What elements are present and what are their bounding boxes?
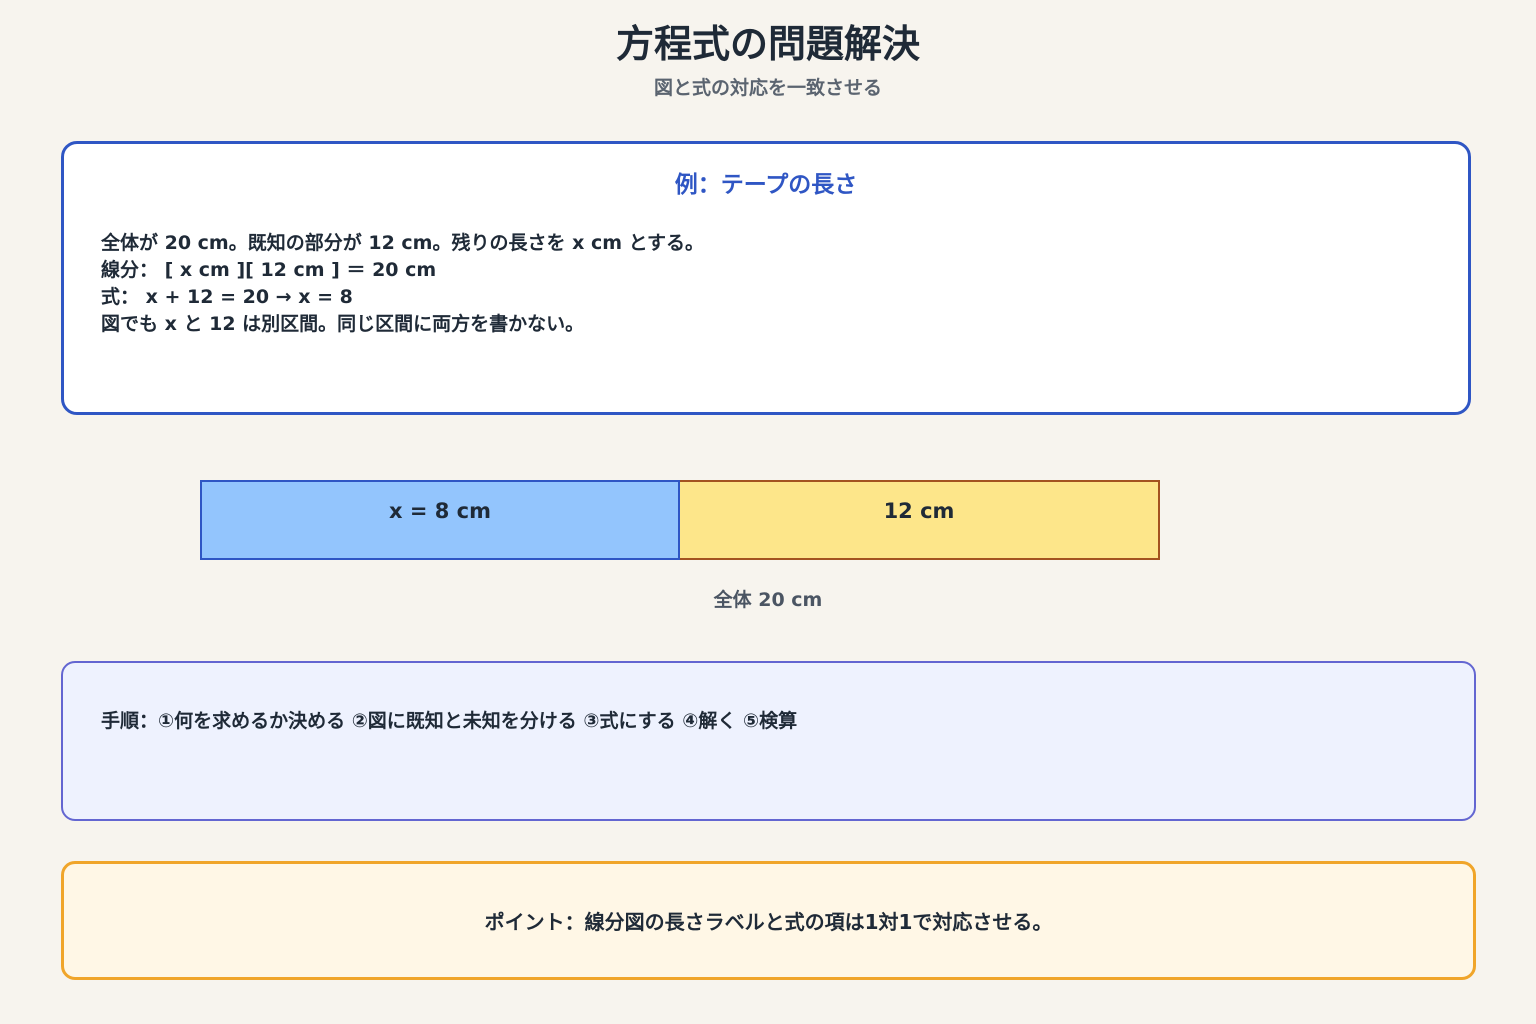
tape-total-label: 全体 20 cm [713,589,823,611]
point-text: ポイント：線分図の長さラベルと式の項は1対1で対応させる。 [484,910,1053,934]
example-line-segment: 線分： [ x cm ][ 12 cm ] ＝ 20 cm [101,259,437,281]
steps-card: 手順：①何を求めるか決める ②図に既知と未知を分ける ③式にする ④解く ⑤検算 [61,661,1476,821]
example-line-equation: 式： x + 12 = 20 → x = 8 [101,286,353,308]
page-title: 方程式の問題解決 [615,22,920,66]
example-line-problem: 全体が 20 cm。既知の部分が 12 cm。残りの長さを x cm とする。 [101,232,705,254]
page-subtitle: 図と式の対応を一致させる [653,77,882,99]
example-title: 例：テープの長さ [674,172,858,198]
tape-diagram: x = 8 cm 12 cm [200,480,1160,560]
example-card: 例：テープの長さ 全体が 20 cm。既知の部分が 12 cm。残りの長さを x… [61,141,1471,415]
steps-text: 手順：①何を求めるか決める ②図に既知と未知を分ける ③式にする ④解く ⑤検算 [101,710,798,732]
tape-segment-known: 12 cm [680,480,1160,560]
point-card: ポイント：線分図の長さラベルと式の項は1対1で対応させる。 [61,861,1476,980]
example-line-note: 図でも x と 12 は別区間。同じ区間に両方を書かない。 [101,313,585,335]
tape-segment-unknown: x = 8 cm [200,480,680,560]
example-lines: 全体が 20 cm。既知の部分が 12 cm。残りの長さを x cm とする。 … [101,230,704,338]
